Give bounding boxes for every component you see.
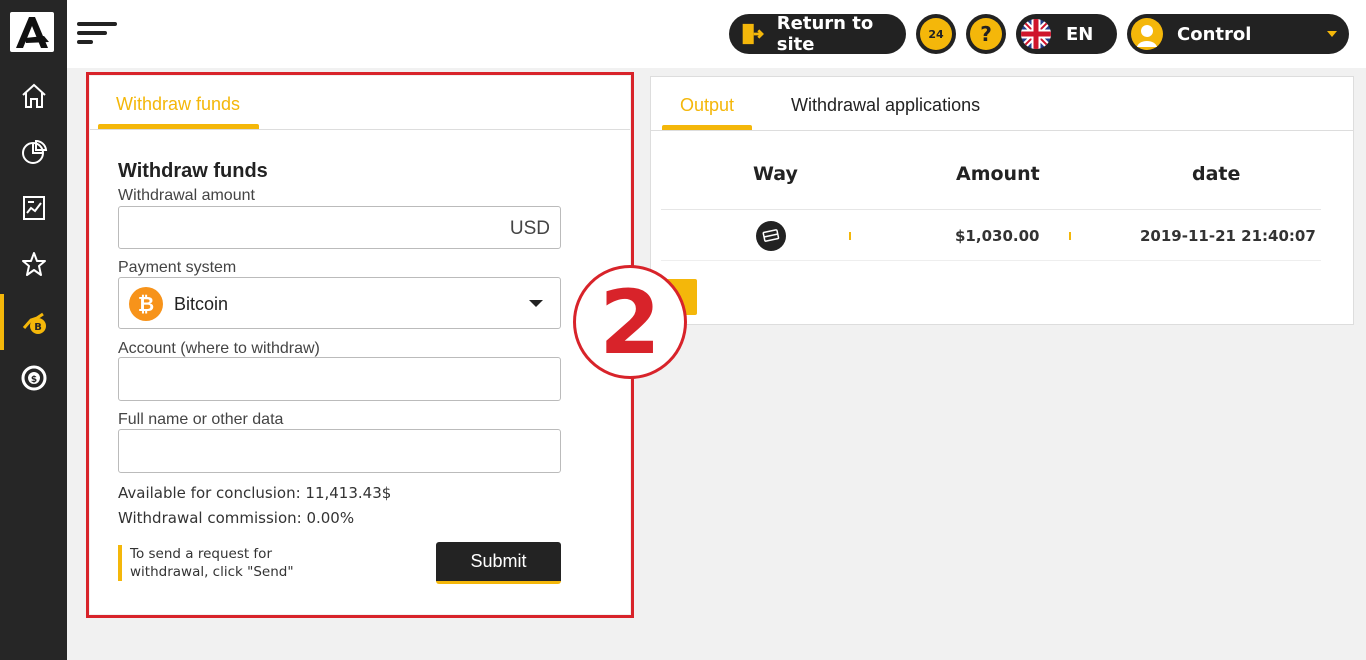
output-panel: Output Withdrawal applications Way Amoun… <box>650 76 1354 325</box>
svg-text:B: B <box>34 322 42 333</box>
tab-withdrawal-applications[interactable]: Withdrawal applications <box>791 95 980 116</box>
pie-chart-icon <box>21 139 47 164</box>
account-field[interactable] <box>118 357 561 401</box>
user-avatar-icon <box>1137 25 1157 47</box>
nav-reports[interactable] <box>0 180 67 236</box>
return-to-site-button[interactable]: Return to site <box>729 13 906 55</box>
row-amount: $1,030.00 <box>955 227 1040 245</box>
svg-text:$: $ <box>30 375 36 385</box>
home-icon <box>21 83 46 108</box>
withdraw-tabbar: Withdraw funds <box>90 76 630 130</box>
help-glyph: ? <box>980 22 992 46</box>
exit-door-icon <box>742 23 764 45</box>
amount-label: Withdrawal amount <box>118 187 255 204</box>
amount-field[interactable]: USD <box>118 206 561 249</box>
nav-withdraw[interactable]: B <box>0 294 67 350</box>
column-amount: Amount <box>956 163 1040 185</box>
column-way: Way <box>753 163 798 185</box>
support-24-icon: 24 <box>920 18 952 50</box>
fullname-label: Full name or other data <box>118 411 284 428</box>
uk-flag-icon <box>1021 19 1051 49</box>
nav-exchange[interactable]: $ <box>0 350 67 406</box>
caret-down-icon <box>529 300 543 307</box>
output-tabbar: Output Withdrawal applications <box>651 77 1353 131</box>
payment-system-value: Bitcoin <box>174 294 229 314</box>
support-button[interactable]: 24 <box>916 14 956 54</box>
nav-home[interactable] <box>0 68 67 124</box>
star-icon <box>21 252 46 276</box>
help-button[interactable]: ? <box>966 14 1006 54</box>
fullname-field[interactable] <box>118 429 561 473</box>
exchange-icon: $ <box>21 365 46 391</box>
top-bar: Return to site 24 ? EN Control <box>67 0 1366 68</box>
tab-output[interactable]: Output <box>680 95 734 116</box>
currency-label: USD <box>509 218 550 239</box>
tab-active-indicator <box>662 125 752 130</box>
user-menu[interactable]: Control <box>1127 14 1349 54</box>
bitcoin-icon: ₿ <box>129 287 163 321</box>
language-selector[interactable]: EN <box>1016 14 1117 54</box>
nav-favorites[interactable] <box>0 236 67 292</box>
tab-active-indicator <box>98 124 259 129</box>
withdrawal-commission: Withdrawal commission: 0.00% <box>118 509 355 527</box>
column-date: date <box>1192 163 1241 185</box>
row-date: 2019-11-21 21:40:07 <box>1140 227 1316 245</box>
nav-statistics[interactable] <box>0 124 67 180</box>
chevron-down-icon <box>1327 31 1337 37</box>
account-label: Account (where to withdraw) <box>118 340 320 357</box>
step-number: 2 <box>599 270 661 374</box>
menu-toggle-icon[interactable] <box>77 22 119 46</box>
user-label: Control <box>1177 23 1252 45</box>
available-amount: Available for conclusion: 11,413.43$ <box>118 484 392 502</box>
submit-button[interactable]: Submit <box>436 542 561 584</box>
withdraw-panel: Withdraw funds Withdraw funds Withdrawal… <box>90 76 630 614</box>
avatar <box>1131 18 1163 50</box>
column-divider <box>1069 232 1071 240</box>
logo-icon <box>16 17 49 48</box>
payment-system-label: Payment system <box>118 259 237 276</box>
table-row[interactable]: $1,030.00 2019-11-21 21:40:07 <box>661 209 1321 261</box>
logo[interactable] <box>10 12 54 52</box>
withdraw-coin-icon: B <box>22 312 46 334</box>
column-divider <box>849 232 851 240</box>
payment-system-select[interactable]: ₿ Bitcoin <box>118 277 561 329</box>
language-label: EN <box>1066 23 1094 45</box>
card-icon <box>756 221 786 251</box>
sidebar: B $ <box>0 0 67 660</box>
return-to-site-label: Return to site <box>776 13 874 55</box>
help-icon: ? <box>970 18 1002 50</box>
tab-withdraw-funds[interactable]: Withdraw funds <box>116 94 240 115</box>
support-badge: 24 <box>928 27 944 41</box>
report-icon <box>22 196 45 220</box>
form-title: Withdraw funds <box>118 160 268 182</box>
step-number-badge: 2 <box>573 265 687 379</box>
submit-hint: To send a request for withdrawal, click … <box>118 545 338 581</box>
